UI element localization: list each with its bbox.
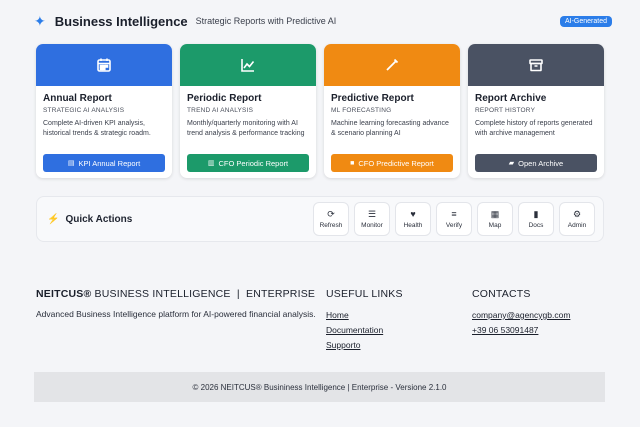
- card-header: [36, 44, 172, 86]
- contacts-title: CONTACTS: [472, 288, 531, 300]
- footer-contacts: CONTACTS company@agencygb.com +39 06 530…: [472, 288, 570, 339]
- card-title: Predictive Report: [331, 93, 414, 104]
- card-description: Machine learning forecasting advance & s…: [331, 120, 449, 137]
- list-check-icon: ☰: [367, 209, 377, 219]
- quick-actions-label: Quick Actions: [65, 213, 133, 225]
- link-documentation[interactable]: Documentation: [326, 324, 403, 336]
- card-description: Complete AI-driven KPI analysis, histori…: [43, 120, 151, 137]
- open-archive-button[interactable]: ▰ Open Archive: [475, 154, 597, 172]
- card-description: Complete history of reports generated wi…: [475, 120, 593, 137]
- cfo-predictive-report-button[interactable]: ■ CFO Predictive Report: [331, 154, 453, 172]
- app-title: Business Intelligence: [54, 13, 188, 29]
- ai-generated-badge: AI-Generated: [559, 15, 612, 27]
- link-home[interactable]: Home: [326, 309, 403, 321]
- app-subtitle: Strategic Reports with Predictive AI: [195, 16, 337, 26]
- card-predictive-report: Predictive Report ML FORECASTING Machine…: [324, 44, 460, 178]
- heart-pulse-icon: ♥: [410, 209, 416, 219]
- quick-action-label: Monitor: [361, 222, 383, 229]
- gears-icon: ⚙: [572, 209, 582, 219]
- quick-action-monitor[interactable]: ☰ Monitor: [354, 202, 390, 236]
- quick-action-docs[interactable]: ▮ Docs: [518, 202, 554, 236]
- brand-mark: NEITCUS®: [36, 288, 92, 300]
- quick-actions-panel: ⚡ Quick Actions ⟳ Refresh ☰ Monitor ♥ He…: [36, 196, 604, 242]
- brand-name: NEITCUS® BUSINESS INTELLIGENCE | ENTERPR…: [36, 288, 316, 300]
- card-report-archive: Report Archive REPORT HISTORY Complete h…: [468, 44, 604, 178]
- quick-action-label: Docs: [528, 222, 544, 229]
- quick-action-health[interactable]: ♥ Health: [395, 202, 431, 236]
- line-chart-icon: [241, 59, 255, 72]
- card-title: Report Archive: [475, 93, 547, 104]
- database-icon: ≡: [451, 209, 457, 219]
- calendar-icon: [97, 58, 111, 72]
- video-icon: ■: [350, 159, 355, 167]
- file-icon: ▤: [67, 160, 75, 167]
- card-annual-report: Annual Report STRATEGIC AI ANALYSIS Comp…: [36, 44, 172, 178]
- quick-action-map[interactable]: ▦ Map: [477, 202, 513, 236]
- bar-chart-icon: ▥: [207, 160, 215, 167]
- map-icon: ▦: [490, 209, 500, 219]
- brand-description: Advanced Business Intelligence platform …: [36, 309, 316, 319]
- folder-icon: ▰: [508, 160, 515, 167]
- refresh-icon: ⟳: [327, 209, 335, 219]
- button-label: KPI Annual Report: [78, 158, 141, 168]
- quick-action-admin[interactable]: ⚙ Admin: [559, 202, 595, 236]
- card-header: [468, 44, 604, 86]
- card-header: [324, 44, 460, 86]
- book-icon: ▮: [533, 209, 539, 219]
- card-tag: REPORT HISTORY: [475, 107, 536, 114]
- card-periodic-report: Periodic Report TREND AI ANALYSIS Monthl…: [180, 44, 316, 178]
- quick-action-label: Health: [403, 222, 423, 229]
- report-cards: Annual Report STRATEGIC AI ANALYSIS Comp…: [36, 44, 604, 178]
- card-header: [180, 44, 316, 86]
- top-bar: ✦ Business Intelligence Strategic Report…: [0, 0, 640, 42]
- quick-action-label: Verify: [445, 222, 463, 229]
- copyright-text: © 2026 NEITCUS® Busininess Intelligence …: [192, 382, 447, 392]
- card-tag: TREND AI ANALYSIS: [187, 107, 254, 114]
- links-title: USEFUL LINKS: [326, 288, 403, 300]
- quick-actions-title: ⚡ Quick Actions: [47, 214, 132, 225]
- card-description: Monthly/quarterly monitoring with AI tre…: [187, 120, 305, 137]
- brand-suffix: BUSINESS INTELLIGENCE | ENTERPRISE: [91, 288, 316, 300]
- footer-links: USEFUL LINKS Home Documentation Supporto: [326, 288, 403, 354]
- copyright-bar: © 2026 NEITCUS® Busininess Intelligence …: [34, 372, 605, 402]
- quick-action-verify[interactable]: ≡ Verify: [436, 202, 472, 236]
- cfo-periodic-report-button[interactable]: ▥ CFO Periodic Report: [187, 154, 309, 172]
- quick-action-refresh[interactable]: ⟳ Refresh: [313, 202, 349, 236]
- card-title: Annual Report: [43, 93, 112, 104]
- magic-wand-icon: [386, 58, 399, 71]
- button-label: Open Archive: [518, 158, 564, 168]
- sparkle-icon: ✦: [34, 12, 46, 29]
- link-supporto[interactable]: Supporto: [326, 339, 403, 351]
- card-title: Periodic Report: [187, 93, 262, 104]
- contact-email-link[interactable]: company@agencygb.com: [472, 309, 570, 321]
- button-label: CFO Predictive Report: [358, 158, 434, 168]
- quick-action-label: Map: [488, 222, 502, 229]
- card-tag: STRATEGIC AI ANALYSIS: [43, 107, 125, 114]
- lightning-icon: ⚡: [47, 213, 60, 225]
- button-label: CFO Periodic Report: [218, 158, 289, 168]
- quick-action-label: Refresh: [319, 222, 343, 229]
- archive-box-icon: [529, 59, 543, 72]
- card-tag: ML FORECASTING: [331, 107, 392, 114]
- contact-phone-link[interactable]: +39 06 53091487: [472, 324, 570, 336]
- kpi-annual-report-button[interactable]: ▤ KPI Annual Report: [43, 154, 165, 172]
- quick-action-label: Admin: [567, 222, 587, 229]
- footer-brand: NEITCUS® BUSINESS INTELLIGENCE | ENTERPR…: [36, 288, 316, 321]
